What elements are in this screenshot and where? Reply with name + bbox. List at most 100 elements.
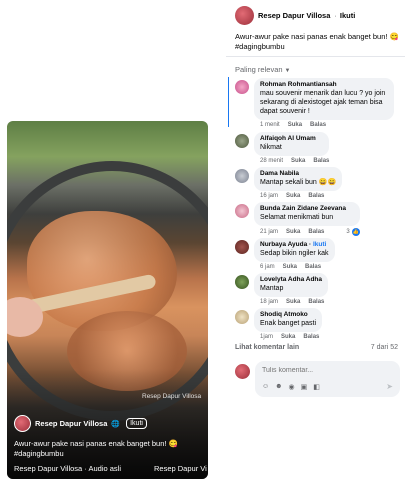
reply-button[interactable]: Balas	[310, 122, 326, 128]
comment-item: Alfaiqoh Al Umam Nikmat 28 menit Suka Ba…	[235, 132, 330, 164]
post-caption: Awur-awur pake nasi panas enak banget bu…	[235, 32, 400, 52]
comment-time[interactable]: 18 jam	[260, 299, 278, 305]
gif-icon[interactable]: ▣	[301, 383, 308, 391]
reply-button[interactable]: Balas	[305, 264, 321, 270]
chevron-down-icon: ▼	[284, 68, 291, 74]
camera-icon[interactable]: ◉	[289, 383, 295, 391]
composer-tools: ☺ ☻ ◉ ▣ ◧	[262, 383, 320, 391]
comment-author[interactable]: Rohman Rohmantiansah	[260, 81, 388, 89]
separator-dot: ·	[334, 11, 337, 20]
comment-item: Dama Nabila Mantap sekali bun 😄😄 16 jam …	[235, 167, 343, 199]
commenter-avatar[interactable]	[235, 310, 249, 324]
commenter-avatar[interactable]	[235, 275, 249, 289]
comment-bubble: Nurbaya Ayuda · Ikuti Sedap bikin ngiler…	[254, 238, 335, 262]
reply-button[interactable]: Balas	[303, 334, 319, 340]
video-audio-label[interactable]: Resep Dapur Villosa · Audio asli	[14, 464, 121, 473]
comment-author[interactable]: Bunda Zain Zidane Zeevana	[260, 205, 354, 213]
like-button[interactable]: Suka	[286, 299, 300, 305]
send-icon[interactable]: ➤	[386, 382, 393, 391]
comment-bubble: Lovelyta Adha Adha Mantap	[254, 273, 329, 297]
comment-author[interactable]: Alfaiqoh Al Umam	[260, 135, 323, 143]
comment-item: Shodiq Atmoko Enak banget pasti 1jam Suk…	[235, 308, 323, 340]
comment-text: Mantap sekali bun 😄😄	[260, 179, 337, 186]
my-avatar[interactable]	[235, 364, 250, 379]
video-audio-marquee: Resep Dapur Vi	[154, 464, 207, 473]
comment-item: Lovelyta Adha Adha Mantap 18 jam Suka Ba…	[235, 273, 329, 305]
comment-bubble: Bunda Zain Zidane Zeevana Selamat menikm…	[254, 202, 360, 226]
comment-author-name[interactable]: Nurbaya Ayuda	[260, 241, 307, 248]
comment-time[interactable]: 21 jam	[260, 229, 278, 235]
commenter-avatar[interactable]	[235, 204, 249, 218]
divider	[226, 56, 405, 57]
comment-meta: 16 jam Suka Balas	[254, 193, 342, 199]
comment-input[interactable]	[262, 367, 382, 374]
like-button[interactable]: Suka	[286, 229, 300, 235]
comment-meta: 18 jam Suka Balas	[254, 299, 328, 305]
post-page-avatar[interactable]	[235, 6, 254, 25]
comment-item: Rohman Rohmantiansah mau souvenir menari…	[235, 78, 394, 128]
reply-button[interactable]: Balas	[308, 229, 324, 235]
like-button[interactable]: Suka	[283, 264, 297, 270]
sort-dropdown[interactable]: Paling relevan ▼	[235, 65, 290, 74]
globe-icon: 🌐	[111, 420, 121, 428]
comment-author[interactable]: Lovelyta Adha Adha	[260, 276, 322, 284]
comment-author[interactable]: Dama Nabila	[260, 170, 336, 178]
comment-box[interactable]: ☺ ☻ ◉ ▣ ◧ ➤	[255, 361, 400, 397]
post-hashtag[interactable]: #dagingbumbu	[235, 42, 285, 51]
video-page-name[interactable]: Resep Dapur Villosa	[35, 419, 107, 428]
comment-composer: ☺ ☻ ◉ ▣ ◧ ➤	[235, 361, 400, 397]
commenter-avatar[interactable]	[235, 169, 249, 183]
comment-bubble: Shodiq Atmoko Enak banget pasti	[254, 308, 323, 332]
like-button[interactable]: Suka	[291, 158, 305, 164]
comment-meta: 1jam Suka Balas	[254, 334, 322, 340]
comment-bubble: Alfaiqoh Al Umam Nikmat	[254, 132, 330, 156]
comment-author[interactable]: Shodiq Atmoko	[260, 311, 316, 319]
view-more-comments-link[interactable]: Lihat komentar lain	[235, 344, 299, 351]
video-pane: Resep Dapur Villosa Resep Dapur Villosa …	[0, 0, 225, 500]
video-page-avatar[interactable]	[14, 415, 31, 432]
comment-time[interactable]: 1jam	[260, 334, 273, 340]
like-button[interactable]: Suka	[286, 193, 300, 199]
comment-count: 7 dari 52	[370, 344, 398, 351]
reply-button[interactable]: Balas	[308, 193, 324, 199]
like-reaction-icon: 👍	[351, 228, 360, 236]
sticker-pack-icon[interactable]: ◧	[313, 383, 320, 391]
post-header: Resep Dapur Villosa · Ikuti	[235, 6, 355, 25]
video-follow-button[interactable]: Ikuti	[126, 418, 147, 429]
commenter-avatar[interactable]	[235, 134, 249, 148]
comment-item: Bunda Zain Zidane Zeevana Selamat menikm…	[235, 202, 360, 236]
comment-author: Nurbaya Ayuda · Ikuti	[260, 241, 327, 248]
reply-button[interactable]: Balas	[313, 158, 329, 164]
video-watermark: Resep Dapur Villosa	[142, 393, 202, 400]
commenter-avatar[interactable]	[235, 80, 249, 94]
post-page-name[interactable]: Resep Dapur Villosa	[258, 11, 330, 20]
comment-time[interactable]: 6 jam	[260, 264, 275, 270]
video-caption: Awur-awur pake nasi panas enak banget bu…	[14, 439, 178, 458]
like-button[interactable]: Suka	[281, 334, 295, 340]
post-follow-button[interactable]: Ikuti	[340, 11, 355, 20]
commenter-avatar[interactable]	[235, 240, 249, 254]
comment-time[interactable]: 1 menit	[260, 122, 280, 128]
comment-bubble: Dama Nabila Mantap sekali bun 😄😄	[254, 167, 343, 191]
comments-pane: Resep Dapur Villosa · Ikuti Awur-awur pa…	[226, 0, 405, 500]
comment-bubble: Rohman Rohmantiansah mau souvenir menari…	[254, 78, 394, 120]
emoji-icon[interactable]: ☻	[275, 383, 282, 391]
more-comments-row: Lihat komentar lain 7 dari 52	[235, 344, 398, 351]
food-image	[27, 211, 177, 331]
comment-text: Nikmat	[260, 144, 282, 151]
comment-text: Enak banget pasti	[260, 320, 317, 327]
like-button[interactable]: Suka	[288, 122, 302, 128]
video-page-header: Resep Dapur Villosa 🌐 Ikuti	[14, 415, 147, 432]
comment-time[interactable]: 28 menit	[260, 158, 283, 164]
comment-meta: 1 menit Suka Balas	[254, 122, 394, 128]
reply-button[interactable]: Balas	[308, 299, 324, 305]
video-player[interactable]: Resep Dapur Villosa Resep Dapur Villosa …	[7, 121, 208, 479]
thread-indicator	[228, 77, 229, 127]
comment-follow-button[interactable]: Ikuti	[313, 241, 326, 248]
comment-meta: 6 jam Suka Balas	[254, 264, 335, 270]
comment-time[interactable]: 16 jam	[260, 193, 278, 199]
reaction-summary[interactable]: 3 👍	[346, 228, 360, 236]
comment-item: Nurbaya Ayuda · Ikuti Sedap bikin ngiler…	[235, 238, 335, 270]
sticker-icon[interactable]: ☺	[262, 383, 269, 391]
comment-text: Sedap bikin ngiler kak	[260, 250, 329, 257]
